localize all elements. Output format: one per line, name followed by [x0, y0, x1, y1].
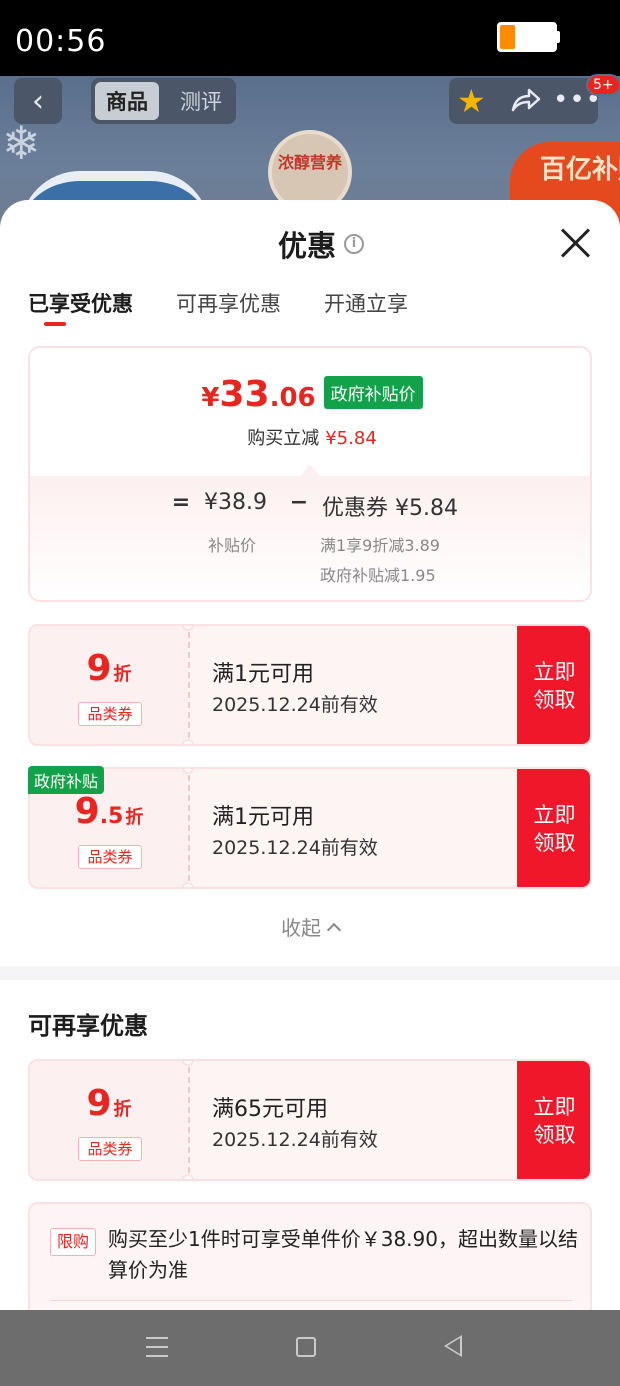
price-integer: 33 — [219, 374, 270, 415]
coupon-total: 优惠券 ¥5.84 — [322, 496, 458, 521]
coupon-card: 9折 品类券 满65元可用 2025.12.24前有效 立即 领取 — [28, 1059, 592, 1181]
back-triangle-icon[interactable] — [444, 1335, 462, 1357]
collapse-label: 收起 — [281, 916, 321, 940]
coupon-detail-1: 满1享9折减3.89 — [320, 536, 440, 555]
final-price-row: ¥33.06 政府补贴价 — [30, 374, 590, 415]
purchase-limit-card: 限购 购买至少1件时可享受单件价￥38.90，超出数量以结算价为准 — [28, 1202, 592, 1310]
tab-more-available[interactable]: 可再享优惠 — [176, 288, 281, 328]
coupon-category-tag: 品类券 — [78, 1137, 142, 1161]
close-icon[interactable] — [558, 224, 594, 260]
discount-value: 9 — [74, 791, 100, 832]
price-formula: = ¥38.9 − 优惠券 ¥5.84 — [170, 490, 458, 522]
claim-label: 立即 领取 — [533, 803, 576, 855]
claim-label: 立即 领取 — [533, 660, 576, 712]
tab-product[interactable]: 商品 — [95, 82, 159, 120]
discount-value: 9 — [86, 648, 112, 689]
sheet-title: 优惠 — [278, 229, 337, 263]
limit-tag: 限购 — [50, 1228, 96, 1256]
header-tabs: 商品 测评 — [91, 78, 236, 124]
reduce-line: 购买立减 ¥5.84 — [30, 424, 590, 450]
subsidy-price: ¥38.9 — [204, 490, 267, 515]
coupon-divider — [188, 632, 190, 738]
reduce-label: 购买立减 — [247, 428, 320, 449]
tab-review[interactable]: 测评 — [171, 82, 231, 120]
equals-sign: = — [171, 490, 191, 515]
coupon-condition: 满1元可用 — [212, 805, 314, 830]
favorite-star-icon[interactable]: ★ — [457, 82, 486, 120]
claim-coupon-button[interactable]: 立即 领取 — [517, 1061, 590, 1179]
caret — [300, 464, 320, 476]
coupon-discount: 9折 — [30, 1083, 188, 1124]
price-summary-card: ¥33.06 政府补贴价 购买立减 ¥5.84 = ¥38.9 − 优惠券 ¥5.… — [28, 346, 592, 602]
tab-activate[interactable]: 开通立享 — [324, 288, 408, 328]
home-icon[interactable] — [296, 1337, 316, 1357]
section-title: 可再享优惠 — [28, 1012, 148, 1040]
coupon-card: 9.5 折 品类券 满1元可用 2025.12.24前有效 立即 领取 — [28, 767, 592, 889]
price-currency: ¥ — [201, 383, 220, 413]
gov-subsidy-corner-tag: 政府补贴 — [28, 766, 105, 794]
coupon-condition: 满65元可用 — [212, 1097, 328, 1122]
subsidy-price-label: 补贴价 — [208, 536, 257, 555]
discount-tabs: 已享受优惠 可再享优惠 开通立享 — [28, 288, 451, 328]
discount-decimal: .5 — [99, 804, 124, 829]
snowflake-icon: ❄ — [2, 116, 41, 170]
chevron-up-icon — [326, 922, 342, 938]
gov-subsidy-price-tag: 政府补贴价 — [323, 376, 423, 409]
coupon-divider — [188, 1067, 190, 1173]
limit-text: 购买至少1件时可享受单件价￥38.90，超出数量以结算价为准 — [108, 1227, 578, 1282]
reduce-amount: ¥5.84 — [325, 428, 377, 449]
status-time: 00:56 — [15, 24, 107, 59]
coupon-category-tag: 品类券 — [78, 845, 142, 869]
coupon-category-tag: 品类券 — [78, 702, 142, 726]
status-bar: 00:56 — [0, 0, 620, 76]
battery-icon — [497, 22, 557, 52]
share-icon[interactable] — [509, 84, 541, 116]
final-price: ¥33.06 — [201, 374, 315, 415]
discount-sheet: 优惠 i 已享受优惠 可再享优惠 开通立享 ¥33.06 政府补贴价 购买立减 ¥… — [0, 200, 620, 1310]
back-button[interactable]: ‹ — [14, 78, 62, 124]
tab-underline — [44, 322, 66, 326]
discount-unit: 折 — [125, 807, 144, 828]
coupon-discount: 9折 — [30, 648, 188, 689]
claim-label: 立即 领取 — [533, 1095, 576, 1147]
section-divider — [0, 966, 620, 980]
notification-badge: 5+ — [586, 74, 620, 96]
coupon-validity: 2025.12.24前有效 — [212, 694, 378, 716]
menu-icon[interactable] — [146, 1337, 168, 1357]
coupon-card: 9折 品类券 满1元可用 2025.12.24前有效 立即 领取 — [28, 624, 592, 746]
header-actions: ★ ••• — [449, 78, 601, 124]
info-icon[interactable]: i — [344, 234, 365, 254]
claim-coupon-button[interactable]: 立即 领取 — [517, 769, 590, 887]
coupon-detail-2: 政府补贴减1.95 — [320, 566, 436, 585]
price-decimal: .06 — [269, 383, 316, 413]
minus-sign: − — [289, 490, 309, 515]
coupon-discount: 9.5 折 — [30, 791, 188, 832]
limit-separator — [50, 1300, 572, 1301]
discount-unit: 折 — [113, 1099, 132, 1120]
coupon-validity: 2025.12.24前有效 — [212, 837, 378, 859]
claim-coupon-button[interactable]: 立即 领取 — [517, 626, 590, 744]
collapse-button[interactable]: 收起 — [0, 912, 620, 941]
sheet-title-group: 优惠 i — [278, 224, 365, 264]
battery-cap — [557, 31, 560, 43]
discount-value: 9 — [86, 1083, 112, 1124]
coupon-validity: 2025.12.24前有效 — [212, 1129, 378, 1151]
coupon-divider — [188, 775, 190, 881]
discount-unit: 折 — [113, 664, 132, 685]
system-nav-bar — [0, 1310, 620, 1386]
coupon-condition: 满1元可用 — [212, 662, 314, 687]
